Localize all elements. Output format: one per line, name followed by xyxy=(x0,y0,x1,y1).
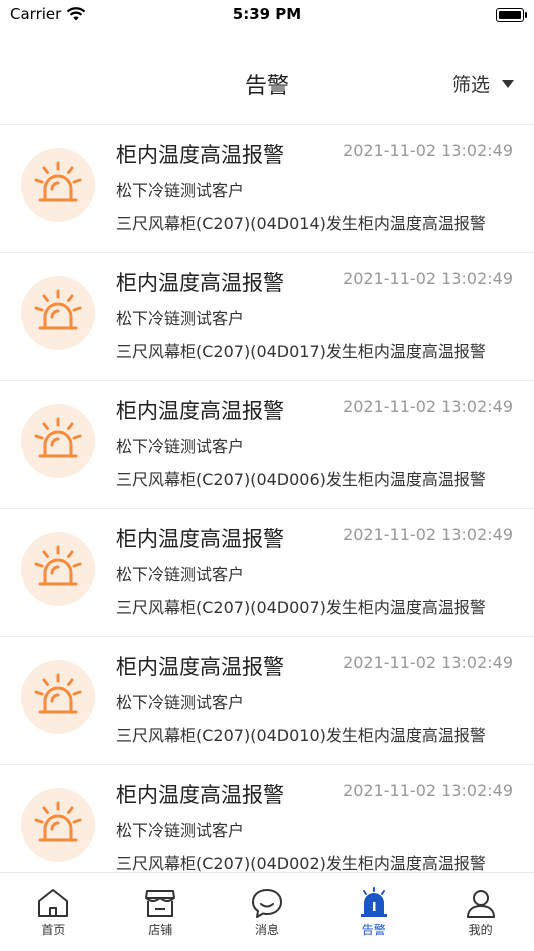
alarm-time: 2021-11-02 13:02:49 xyxy=(343,781,513,800)
tab-profile-label: 我的 xyxy=(468,923,493,937)
filter-label: 筛选 xyxy=(451,74,490,96)
clock: 5:39 PM xyxy=(232,5,302,23)
tab-bar: 首页 店铺 消息 告警 我的 xyxy=(0,872,534,951)
battery-icon xyxy=(496,8,527,22)
alarm-title: 柜内温度高温报警 xyxy=(116,655,284,679)
profile-icon xyxy=(466,890,495,918)
home-icon xyxy=(38,889,69,917)
message-icon xyxy=(251,889,282,918)
alarm-title: 柜内温度高温报警 xyxy=(116,783,284,807)
alarm-title: 柜内温度高温报警 xyxy=(116,271,284,295)
tab-home[interactable]: 首页 xyxy=(0,873,107,951)
alarm-siren-icon xyxy=(21,788,95,862)
alarm-item[interactable]: 柜内温度高温报警 2021-11-02 13:02:49 松下冷链测试客户 三尺… xyxy=(0,253,534,381)
alarm-time: 2021-11-02 13:02:49 xyxy=(343,397,513,416)
alarm-title: 柜内温度高温报警 xyxy=(116,399,284,423)
caret-down-icon xyxy=(502,79,514,88)
alarm-time: 2021-11-02 13:02:49 xyxy=(343,269,513,288)
alarm-description: 三尺风幕柜(C207)(04D006)发生柜内温度高温报警 xyxy=(116,470,486,489)
alarm-title: 柜内温度高温报警 xyxy=(116,143,284,167)
alarm-customer: 松下冷链测试客户 xyxy=(116,437,245,456)
alarm-description: 三尺风幕柜(C207)(04D017)发生柜内温度高温报警 xyxy=(116,342,486,361)
alarm-siren-icon xyxy=(21,660,95,734)
alarm-item[interactable]: 柜内温度高温报警 2021-11-02 13:02:49 松下冷链测试客户 三尺… xyxy=(0,637,534,765)
alarm-siren-icon xyxy=(21,276,95,350)
alarm-item[interactable]: 柜内温度高温报警 2021-11-02 13:02:49 松下冷链测试客户 三尺… xyxy=(0,125,534,253)
tab-profile[interactable]: 我的 xyxy=(427,873,534,951)
alarm-description: 三尺风幕柜(C207)(04D002)发生柜内温度高温报警 xyxy=(116,854,486,872)
alarm-siren-icon xyxy=(21,404,95,478)
tab-store[interactable]: 店铺 xyxy=(107,873,214,951)
alarm-item[interactable]: 柜内温度高温报警 2021-11-02 13:02:49 松下冷链测试客户 三尺… xyxy=(0,509,534,637)
tab-home-label: 首页 xyxy=(41,923,66,937)
status-bar: Carrier 5:39 PM xyxy=(0,0,534,30)
alarm-item[interactable]: 柜内温度高温报警 2021-11-02 13:02:49 松下冷链测试客户 三尺… xyxy=(0,765,534,872)
alarm-title: 柜内温度高温报警 xyxy=(116,527,284,551)
alarm-description: 三尺风幕柜(C207)(04D014)发生柜内温度高温报警 xyxy=(116,214,486,233)
navigation-bar: 告警 筛选 xyxy=(0,30,534,125)
alarm-customer: 松下冷链测试客户 xyxy=(116,821,245,840)
alarm-description: 三尺风幕柜(C207)(04D010)发生柜内温度高温报警 xyxy=(116,726,486,745)
store-icon xyxy=(145,890,176,917)
alarm-customer: 松下冷链测试客户 xyxy=(116,693,245,712)
alarm-time: 2021-11-02 13:02:49 xyxy=(343,525,513,544)
alarm-icon xyxy=(360,887,387,917)
alarm-item[interactable]: 柜内温度高温报警 2021-11-02 13:02:49 松下冷链测试客户 三尺… xyxy=(0,381,534,509)
tab-store-label: 店铺 xyxy=(148,923,173,937)
alarm-customer: 松下冷链测试客户 xyxy=(116,181,245,200)
alarm-customer: 松下冷链测试客户 xyxy=(116,309,245,328)
alarm-description: 三尺风幕柜(C207)(04D007)发生柜内温度高温报警 xyxy=(116,598,486,617)
tab-messages[interactable]: 消息 xyxy=(214,873,321,951)
alarm-customer: 松下冷链测试客户 xyxy=(116,565,245,584)
alarm-time: 2021-11-02 13:02:49 xyxy=(343,141,513,160)
alarm-siren-icon xyxy=(21,148,95,222)
alarm-time: 2021-11-02 13:02:49 xyxy=(343,653,513,672)
tab-messages-label: 消息 xyxy=(254,923,279,937)
alarm-list[interactable]: 柜内温度高温报警 2021-11-02 13:02:49 松下冷链测试客户 三尺… xyxy=(0,125,534,872)
tab-alarm-label: 告警 xyxy=(361,923,386,937)
filter-button[interactable]: 筛选 xyxy=(452,70,514,97)
alarm-siren-icon xyxy=(21,532,95,606)
tab-alarm[interactable]: 告警 xyxy=(320,873,427,951)
